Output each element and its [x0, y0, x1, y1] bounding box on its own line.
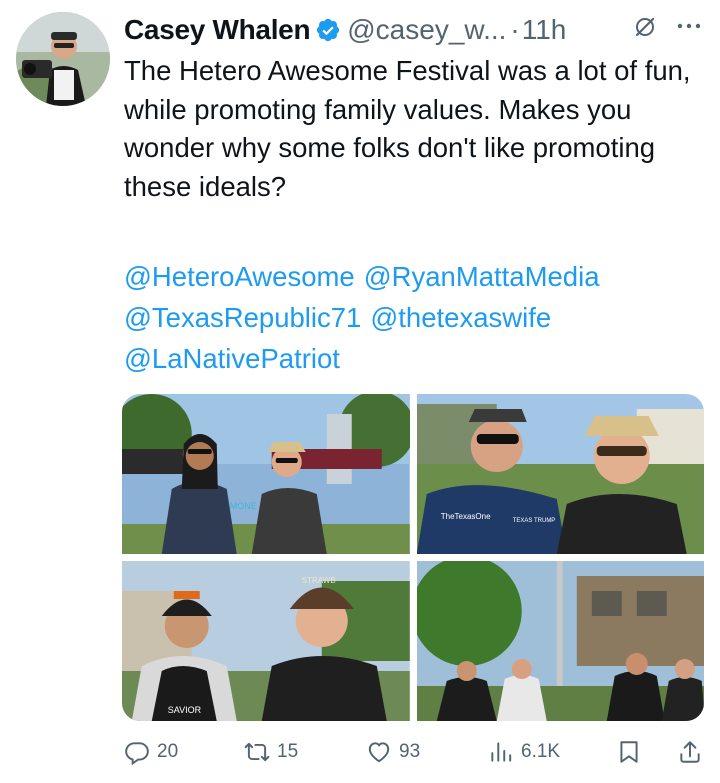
- repost-count: 15: [277, 741, 299, 762]
- mention-link[interactable]: @TexasRepublic71: [124, 302, 361, 333]
- like-icon: [368, 742, 390, 763]
- photo-2-shirt-text: TheTexasOne: [440, 512, 490, 521]
- photo-1[interactable]: MONE: [122, 394, 410, 554]
- reply-count: 20: [157, 741, 179, 762]
- verified-badge-icon: [317, 18, 340, 42]
- post-timestamp[interactable]: 11h: [522, 14, 567, 46]
- media-grid: MONE TheTexasOne TEXAS TRUMP SAVIOR STRA…: [122, 394, 704, 721]
- author-handle[interactable]: @casey_w...: [347, 14, 506, 46]
- avatar-image: [16, 12, 110, 106]
- photo-3-shirt-text: SAVIOR: [168, 705, 202, 715]
- bookmark-button[interactable]: [616, 730, 649, 774]
- grok-icon[interactable]: [633, 15, 657, 39]
- like-count: 93: [399, 741, 421, 762]
- reply-button[interactable]: 20: [124, 730, 178, 774]
- separator-dot: ·: [510, 14, 520, 45]
- views-icon: [491, 742, 512, 762]
- tweet-text: The Hetero Awesome Festival was a lot of…: [124, 55, 691, 202]
- photo-3[interactable]: SAVIOR STRAWB: [122, 561, 410, 721]
- repost-icon: [244, 742, 270, 762]
- mentions-block: @HeteroAwesome @RyanMattaMedia @TexasRepu…: [124, 256, 714, 379]
- share-icon: [680, 741, 700, 763]
- photo-2[interactable]: TheTexasOne TEXAS TRUMP: [416, 394, 704, 554]
- views-button[interactable]: 6.1K: [488, 730, 560, 774]
- mention-link[interactable]: @LaNativePatriot: [124, 343, 340, 374]
- author-name[interactable]: Casey Whalen: [124, 14, 311, 46]
- photo-3-cap-text: STRAWB: [302, 576, 336, 585]
- reply-icon: [125, 742, 149, 765]
- share-button[interactable]: [677, 730, 710, 774]
- mention-link[interactable]: @HeteroAwesome: [124, 261, 355, 292]
- tweet-header: Casey Whalen @casey_w... · 11h: [124, 8, 566, 52]
- action-bar: 20 15 93 6.1K: [0, 730, 720, 774]
- photo-2-image: TheTexasOne TEXAS TRUMP: [416, 394, 704, 554]
- bookmark-icon: [620, 741, 638, 763]
- photo-3-image: SAVIOR STRAWB: [122, 561, 410, 721]
- photo-1-image: MONE: [122, 394, 410, 554]
- photo-4[interactable]: [416, 561, 704, 721]
- repost-button[interactable]: 15: [244, 730, 298, 774]
- avatar[interactable]: [16, 12, 110, 106]
- like-button[interactable]: 93: [366, 730, 420, 774]
- photo-2-shirt-text-2: TEXAS TRUMP: [512, 518, 555, 524]
- mention-link[interactable]: @thetexaswife: [370, 302, 551, 333]
- more-icon[interactable]: [674, 14, 704, 38]
- mention-link[interactable]: @RyanMattaMedia: [364, 261, 600, 292]
- views-count: 6.1K: [521, 741, 561, 762]
- photo-4-image: [416, 561, 704, 721]
- photo-1-shirt-text: MONE: [230, 501, 257, 511]
